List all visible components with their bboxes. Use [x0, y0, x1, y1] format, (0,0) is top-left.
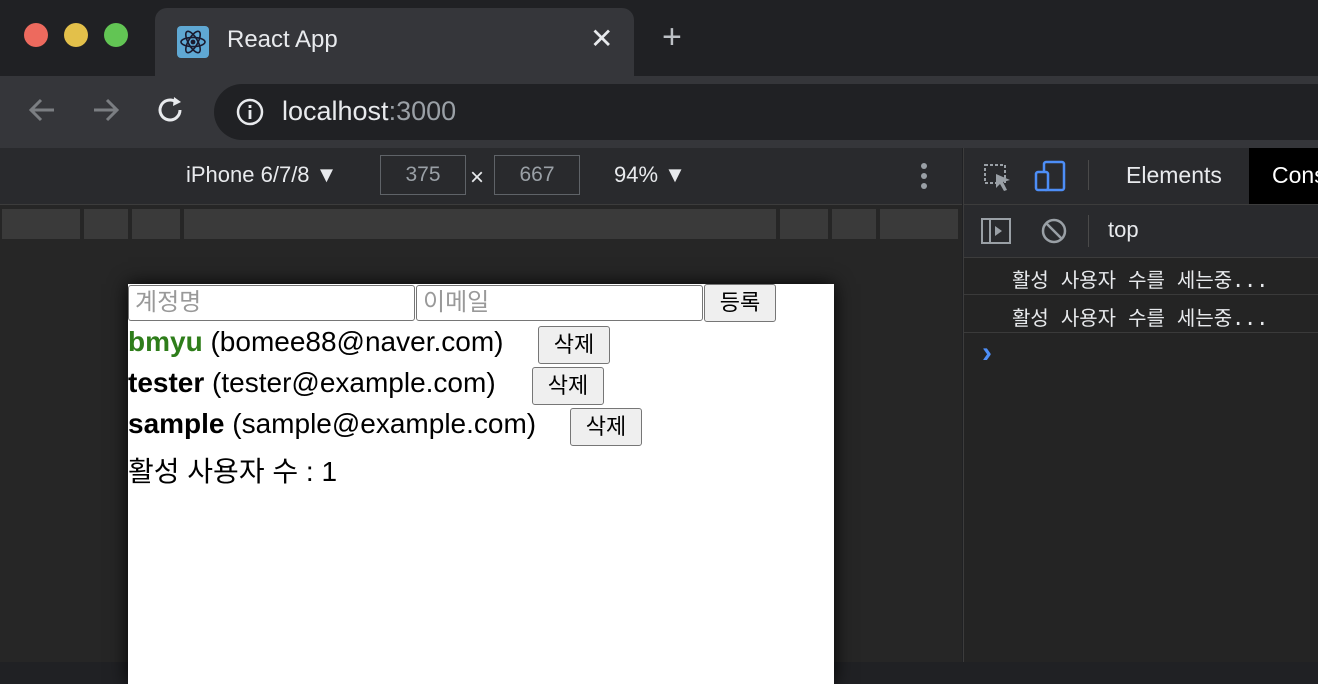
ruler-segment[interactable] — [132, 209, 180, 239]
back-arrow-icon[interactable] — [26, 94, 58, 132]
email-input[interactable]: 이메일 — [416, 285, 703, 321]
console-prompt-icon[interactable]: › — [982, 336, 992, 370]
active-user-count: 활성 사용자 수 : 1 — [128, 456, 338, 487]
media-query-ruler — [0, 205, 962, 241]
toolbar-divider — [1088, 215, 1089, 247]
browser-toolbar: localhost:3000 — [0, 76, 1318, 148]
emulated-viewport: 계정명 이메일 등록 bmyu (bomee88@naver.com) 삭제 t… — [128, 284, 834, 684]
height-input[interactable]: 667 — [494, 155, 580, 195]
ruler-segment[interactable] — [780, 209, 828, 239]
react-logo-icon — [177, 26, 209, 58]
zoom-value: 94% — [614, 162, 659, 187]
console-toolbar: top — [964, 205, 1318, 258]
device-toggle-icon[interactable] — [1034, 160, 1068, 197]
window-title-bar: React App ✕ + — [0, 0, 1318, 76]
close-window-button[interactable] — [24, 23, 48, 47]
user-row: bmyu (bomee88@naver.com) — [128, 326, 503, 358]
ruler-segment[interactable] — [2, 209, 80, 239]
new-tab-button[interactable]: + — [662, 20, 682, 54]
log-text: 활성 사용자 수를 세는중... — [1012, 306, 1269, 330]
tab-console-label: Cons — [1272, 162, 1318, 188]
tab-console[interactable]: Cons — [1249, 148, 1318, 204]
site-info-icon[interactable] — [236, 98, 264, 131]
zoom-select[interactable]: 94% ▼ — [614, 162, 686, 188]
username[interactable]: bmyu — [128, 326, 203, 357]
user-email: (bomee88@naver.com) — [210, 326, 504, 357]
username-input[interactable]: 계정명 — [128, 285, 415, 321]
sidebar-toggle-icon[interactable] — [980, 217, 1012, 250]
url-text: localhost:3000 — [282, 96, 456, 127]
username[interactable]: sample — [128, 408, 225, 439]
ruler-segment[interactable] — [880, 209, 958, 239]
tab-elements[interactable]: Elements — [1126, 162, 1222, 189]
context-select[interactable]: top — [1108, 217, 1139, 243]
more-options-icon[interactable] — [917, 156, 931, 203]
browser-tab[interactable]: React App ✕ — [155, 8, 634, 76]
register-button[interactable]: 등록 — [704, 284, 776, 322]
device-name: iPhone 6/7/8 — [186, 162, 310, 187]
ruler-segment[interactable] — [84, 209, 128, 239]
tab-close-icon[interactable]: ✕ — [590, 22, 613, 55]
toolbar-divider — [1088, 160, 1089, 190]
user-email: (tester@example.com) — [212, 367, 496, 398]
ruler-segment[interactable] — [832, 209, 876, 239]
tab-title: React App — [227, 26, 338, 53]
user-row: tester (tester@example.com) — [128, 367, 496, 399]
width-input[interactable]: 375 — [380, 155, 466, 195]
dimension-separator: × — [470, 164, 485, 191]
devtools-tab-bar: Elements Cons — [964, 148, 1318, 205]
user-row: sample (sample@example.com) — [128, 408, 536, 440]
url-host: localhost — [282, 96, 389, 126]
user-email: (sample@example.com) — [232, 408, 537, 439]
console-log-line: 활성 사용자 수를 세는중... — [964, 258, 1318, 295]
delete-button[interactable]: 삭제 — [532, 367, 604, 405]
log-text: 활성 사용자 수를 세는중... — [1012, 268, 1269, 292]
devtools-panel: Elements Cons top 활성 사용자 수를 세는중... 활성 사용… — [963, 148, 1318, 662]
maximize-window-button[interactable] — [104, 23, 128, 47]
delete-button[interactable]: 삭제 — [570, 408, 642, 446]
reload-icon[interactable] — [154, 94, 186, 132]
url-port: :3000 — [388, 96, 457, 126]
inspect-element-icon[interactable] — [982, 162, 1014, 199]
device-toolbar: iPhone 6/7/8 ▼ 375 × 667 94% ▼ — [0, 148, 962, 205]
username[interactable]: tester — [128, 367, 204, 398]
console-log-line: 활성 사용자 수를 세는중... — [964, 296, 1318, 333]
device-select[interactable]: iPhone 6/7/8 ▼ — [186, 162, 337, 188]
forward-arrow-icon[interactable] — [90, 94, 122, 132]
minimize-window-button[interactable] — [64, 23, 88, 47]
chevron-down-icon: ▼ — [315, 162, 338, 187]
address-bar[interactable]: localhost:3000 — [214, 84, 1318, 140]
ruler-segment[interactable] — [184, 209, 776, 239]
clear-console-icon[interactable] — [1040, 217, 1068, 250]
chevron-down-icon: ▼ — [664, 162, 686, 187]
delete-button[interactable]: 삭제 — [538, 326, 610, 364]
